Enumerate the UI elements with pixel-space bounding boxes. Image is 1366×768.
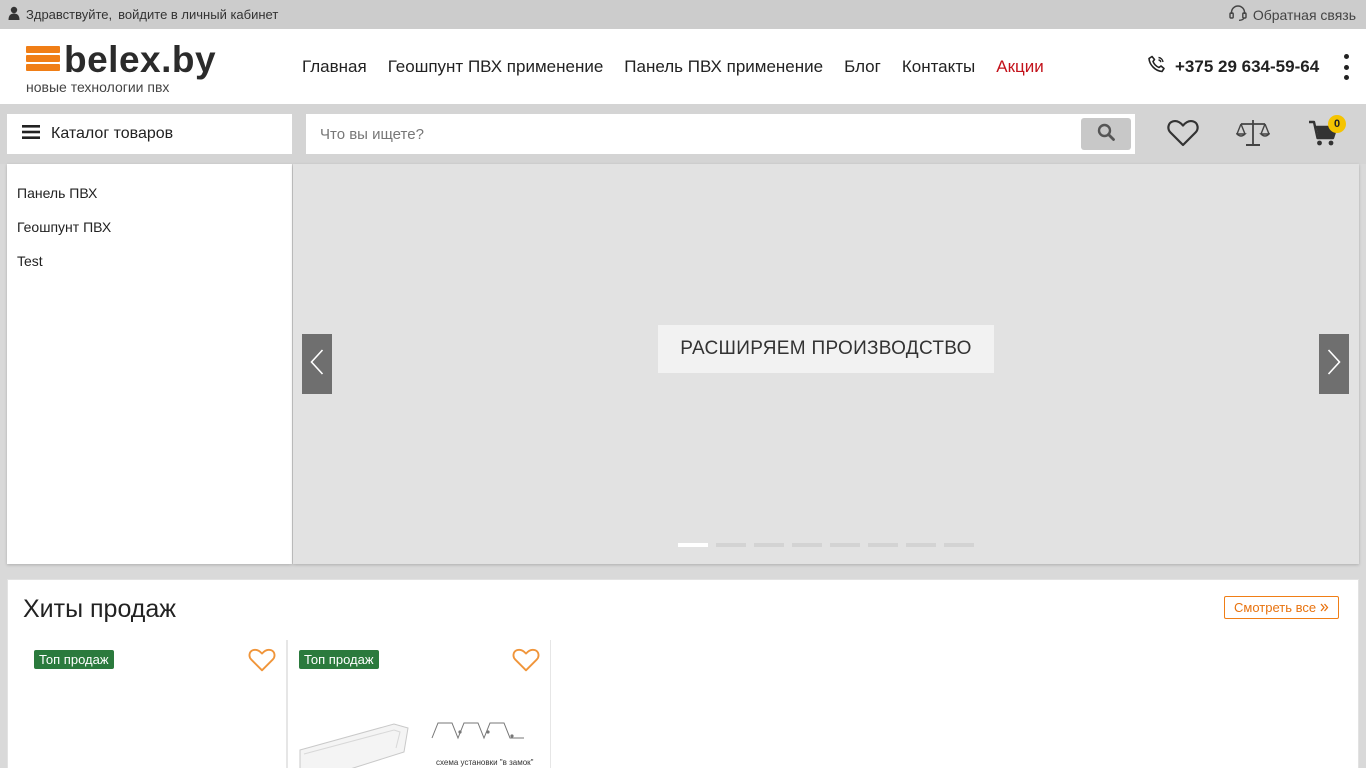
catalog-button-label: Каталог товаров (51, 125, 174, 142)
sidebar-item-geoshpunt-pvc[interactable]: Геошпунт ПВХ (7, 218, 292, 252)
see-all-button[interactable]: Смотреть все (1224, 596, 1340, 619)
see-all-label: Смотреть все (1234, 600, 1317, 615)
cart-count-badge: 0 (1328, 115, 1346, 133)
slider-next-button[interactable] (1319, 334, 1349, 394)
user-icon (8, 6, 20, 23)
more-menu-icon[interactable] (1338, 51, 1354, 83)
bestsellers-section: Хиты продаж Смотреть все Топ продаж Топ … (7, 579, 1359, 768)
product-image[interactable]: схема установки "в замок" (298, 718, 542, 768)
sidebar-item-test[interactable]: Test (7, 252, 292, 286)
hamburger-icon (22, 124, 40, 144)
logo-tagline: новые технологии пвх (26, 79, 170, 95)
nav-item-contacts[interactable]: Контакты (902, 57, 975, 77)
top-sales-badge: Топ продаж (299, 650, 379, 669)
slide-caption[interactable]: РАСШИРЯЕМ ПРОИЗВОДСТВО (658, 325, 994, 373)
heart-icon[interactable] (512, 648, 540, 677)
nav-item-panel[interactable]: Панель ПВХ применение (624, 57, 823, 77)
nav-item-promotions[interactable]: Акции (996, 57, 1044, 77)
compare-button[interactable] (1235, 118, 1271, 153)
top-bar: Здравствуйте, войдите в личный кабинет О… (0, 0, 1366, 29)
phone-icon (1148, 55, 1166, 78)
phone-number: +375 29 634-59-64 (1175, 56, 1320, 76)
slider-dot[interactable] (830, 543, 860, 547)
slider-dot[interactable] (792, 543, 822, 547)
main-nav: Главная Геошпунт ПВХ применение Панель П… (302, 29, 1044, 104)
feedback-link[interactable]: Обратная связь (1229, 5, 1356, 24)
heart-icon (1167, 119, 1199, 152)
slider-dot[interactable] (906, 543, 936, 547)
chevron-right-icon (1327, 348, 1341, 380)
nav-item-blog[interactable]: Блог (844, 57, 881, 77)
search-box (306, 114, 1135, 154)
nav-item-geoshpunt[interactable]: Геошпунт ПВХ применение (388, 57, 604, 77)
search-button[interactable] (1081, 118, 1131, 150)
favorites-button[interactable] (1166, 118, 1200, 152)
slider-dot[interactable] (868, 543, 898, 547)
top-sales-badge: Топ продаж (34, 650, 114, 669)
slider-pagination (678, 543, 974, 547)
logo-name: belex.by (64, 39, 217, 80)
double-chevron-right-icon (1320, 600, 1329, 615)
search-icon (1097, 123, 1115, 146)
section-title: Хиты продаж (23, 595, 177, 623)
chevron-left-icon (310, 348, 324, 380)
nav-item-home[interactable]: Главная (302, 57, 367, 77)
cart-button[interactable]: 0 (1306, 115, 1346, 152)
slider-dot[interactable] (678, 543, 708, 547)
site-header: belex.by новые технологии пвх Главная Ге… (0, 29, 1366, 104)
headset-icon (1229, 5, 1247, 24)
hero-slider: РАСШИРЯЕМ ПРОИЗВОДСТВО (293, 164, 1359, 564)
heart-icon[interactable] (248, 648, 276, 677)
sidebar-item-panel-pvc[interactable]: Панель ПВХ (7, 184, 292, 218)
slider-dot[interactable] (716, 543, 746, 547)
catalog-button[interactable]: Каталог товаров (7, 114, 292, 154)
product-card[interactable]: Топ продаж схема установки "в замок" (287, 640, 551, 768)
slider-prev-button[interactable] (302, 334, 332, 394)
slider-dot[interactable] (944, 543, 974, 547)
slider-dot[interactable] (754, 543, 784, 547)
product-card[interactable]: Топ продаж (23, 640, 287, 768)
greeting-text: Здравствуйте, (26, 7, 113, 22)
image-caption: схема установки "в замок" (436, 758, 534, 767)
search-row: Каталог товаров 0 (0, 104, 1366, 164)
scales-icon (1235, 118, 1271, 153)
feedback-label: Обратная связь (1252, 6, 1356, 23)
phone-link[interactable]: +375 29 634-59-64 (1148, 29, 1319, 104)
catalog-sidebar: Панель ПВХ Геошпунт ПВХ Test (7, 164, 292, 564)
logo-bars-icon (26, 46, 60, 73)
login-link[interactable]: войдите в личный кабинет (118, 7, 278, 22)
site-logo[interactable]: belex.by новые технологии пвх (26, 39, 226, 96)
search-input[interactable] (306, 114, 1076, 154)
login-prompt: Здравствуйте, войдите в личный кабинет (8, 6, 278, 23)
